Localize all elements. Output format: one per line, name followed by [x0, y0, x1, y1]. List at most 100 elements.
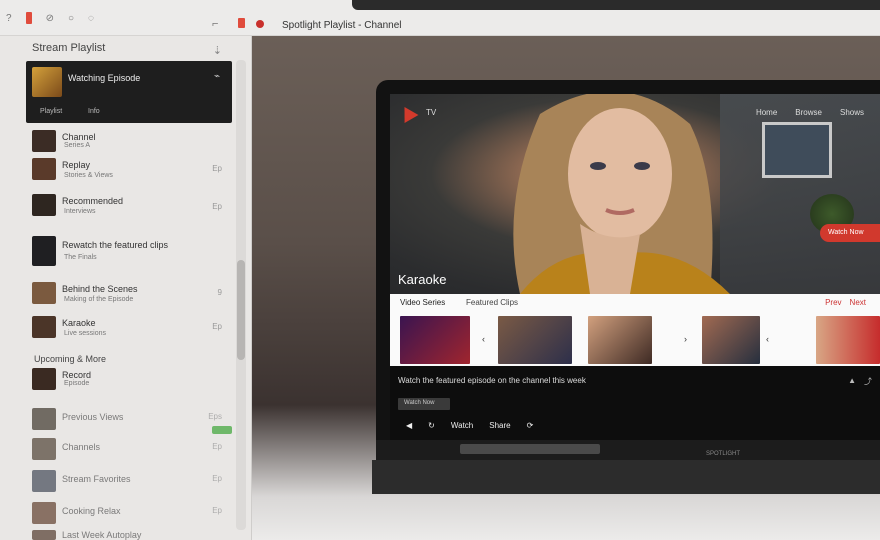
- item-subtitle: The Finals: [64, 254, 97, 261]
- item-title: Karaoke: [62, 318, 96, 328]
- item-meta: Ep: [212, 506, 222, 515]
- item-title: Last Week Autoplay: [62, 530, 142, 540]
- chevron-right-icon[interactable]: ‹: [482, 334, 485, 344]
- item-subtitle: Stories & Views: [64, 172, 113, 179]
- item-meta: Ep: [212, 322, 222, 331]
- menu-icon[interactable]: [238, 18, 245, 28]
- item-subtitle: Live sessions: [64, 330, 107, 337]
- nav-item-home[interactable]: Home: [756, 108, 777, 117]
- item-thumbnail: [32, 502, 56, 524]
- progress-marker: [212, 426, 232, 434]
- item-thumbnail: [32, 158, 56, 180]
- carousel-prev-button[interactable]: Prev: [825, 298, 841, 307]
- now-playing-thumbnail: [32, 67, 62, 97]
- laptop-keyboard: [372, 460, 880, 494]
- item-meta: 9: [217, 288, 222, 297]
- hero-person-image: [513, 94, 730, 294]
- laptop-hinge: [376, 440, 880, 460]
- rewind-icon[interactable]: ◀: [406, 421, 412, 430]
- item-title: Cooking Relax: [62, 506, 121, 516]
- video-card[interactable]: [588, 316, 652, 364]
- wall-frame: [762, 122, 832, 178]
- item-meta: Ep: [212, 442, 222, 451]
- hinge-bar: [460, 444, 600, 454]
- item-title: Record: [62, 370, 92, 380]
- footer-description: Watch the featured episode on the channe…: [398, 376, 586, 385]
- refresh-icon[interactable]: ○: [68, 13, 74, 24]
- carousel-subtitle: Featured Clips: [466, 298, 519, 307]
- add-icon[interactable]: ⌐: [212, 18, 218, 30]
- item-meta: Eps: [208, 412, 222, 421]
- item-meta: Ep: [212, 164, 222, 173]
- player-controls: ◀ ↻ Watch Share ⟳: [406, 421, 533, 430]
- item-thumbnail: [32, 194, 56, 216]
- laptop-screen: TV Home Browse Shows Watch Now Karaoke V…: [390, 94, 880, 440]
- playlist-title: Stream Playlist: [32, 42, 106, 54]
- now-playing-card[interactable]: Watching Episode ⌁ Playlist Info: [26, 61, 232, 123]
- section-label: Upcoming & More: [34, 354, 107, 364]
- video-card[interactable]: [498, 316, 572, 364]
- carousel-next-button[interactable]: Next: [850, 298, 866, 307]
- playlist-header: Stream Playlist ⇣: [26, 42, 232, 60]
- hero-banner: [390, 94, 880, 294]
- dark-top-strip: [352, 0, 880, 10]
- settings-icon[interactable]: ⊘: [46, 13, 54, 24]
- item-title: Stream Favorites: [62, 474, 131, 484]
- nav-item-browse[interactable]: Browse: [795, 108, 822, 117]
- replay-icon[interactable]: ↻: [428, 421, 435, 430]
- brand-name[interactable]: TV: [426, 108, 436, 117]
- item-subtitle: Making of the Episode: [64, 296, 134, 303]
- tab-favicon-icon: [256, 20, 264, 28]
- item-thumbnail: [32, 530, 56, 540]
- video-card[interactable]: [702, 316, 760, 364]
- item-meta: Ep: [212, 202, 222, 211]
- footer-watch-button[interactable]: Watch Now: [398, 398, 450, 410]
- item-thumbnail: [32, 438, 56, 460]
- chevron-left-icon[interactable]: ›: [684, 334, 687, 344]
- item-thumbnail: [32, 408, 56, 430]
- footer-icons: ▲ ⤴: [848, 376, 872, 387]
- tab-title[interactable]: Spotlight Playlist - Channel: [282, 20, 402, 31]
- browser-toolbar: ? ⊘ ○ ◌: [6, 12, 94, 24]
- playlist-scrollbar[interactable]: [236, 60, 246, 530]
- hero-title: Karaoke: [398, 272, 447, 287]
- item-subtitle: Episode: [64, 380, 90, 387]
- chevron-icon[interactable]: ‹: [766, 334, 769, 344]
- item-title: Replay: [62, 160, 91, 170]
- more-options-icon[interactable]: ⌁: [214, 71, 220, 82]
- item-title: Behind the Scenes: [62, 284, 138, 294]
- now-playing-meta-right[interactable]: Info: [88, 108, 100, 115]
- watch-control[interactable]: Watch: [451, 421, 473, 430]
- item-thumbnail: [32, 130, 56, 152]
- nav-item-shows[interactable]: Shows: [840, 108, 864, 117]
- back-icon[interactable]: ?: [6, 13, 12, 24]
- item-title: Rewatch the featured clips: [62, 240, 169, 250]
- share-control[interactable]: Share: [489, 421, 510, 430]
- up-icon[interactable]: ▲: [848, 376, 856, 387]
- item-thumbnail: [32, 236, 56, 266]
- cast-icon[interactable]: ⟳: [527, 421, 534, 430]
- record-icon[interactable]: [25, 12, 32, 24]
- now-playing-meta-left[interactable]: Playlist: [40, 108, 62, 115]
- watch-now-button[interactable]: Watch Now: [820, 224, 880, 242]
- item-title: Recommended: [62, 196, 124, 206]
- item-thumbnail: [32, 470, 56, 492]
- video-card[interactable]: [400, 316, 470, 364]
- item-title: Previous Views: [62, 412, 124, 422]
- item-thumbnail: [32, 368, 56, 390]
- chat-icon[interactable]: ◌: [88, 13, 94, 24]
- browser-top-bar: ? ⊘ ○ ◌ ⌐ Spotlight Playlist - Channel: [0, 0, 880, 36]
- scrollbar-thumb[interactable]: [237, 260, 245, 360]
- laptop-brand-label: SPOTLIGHT: [706, 451, 741, 457]
- item-thumbnail: [32, 316, 56, 338]
- share-icon[interactable]: ⤴: [864, 376, 872, 387]
- now-playing-title: Watching Episode: [68, 73, 141, 83]
- playlist-panel: Stream Playlist ⇣ Watching Episode ⌁ Pla…: [0, 36, 252, 540]
- item-subtitle: Interviews: [64, 208, 96, 215]
- item-subtitle: Series A: [64, 142, 91, 149]
- carousel-title: Video Series: [400, 298, 446, 307]
- video-card[interactable]: [816, 316, 880, 364]
- sort-icon[interactable]: ⇣: [213, 44, 222, 57]
- video-carousel: Video Series Featured Clips Prev Next ‹ …: [390, 294, 880, 366]
- item-title: Channel: [62, 132, 96, 142]
